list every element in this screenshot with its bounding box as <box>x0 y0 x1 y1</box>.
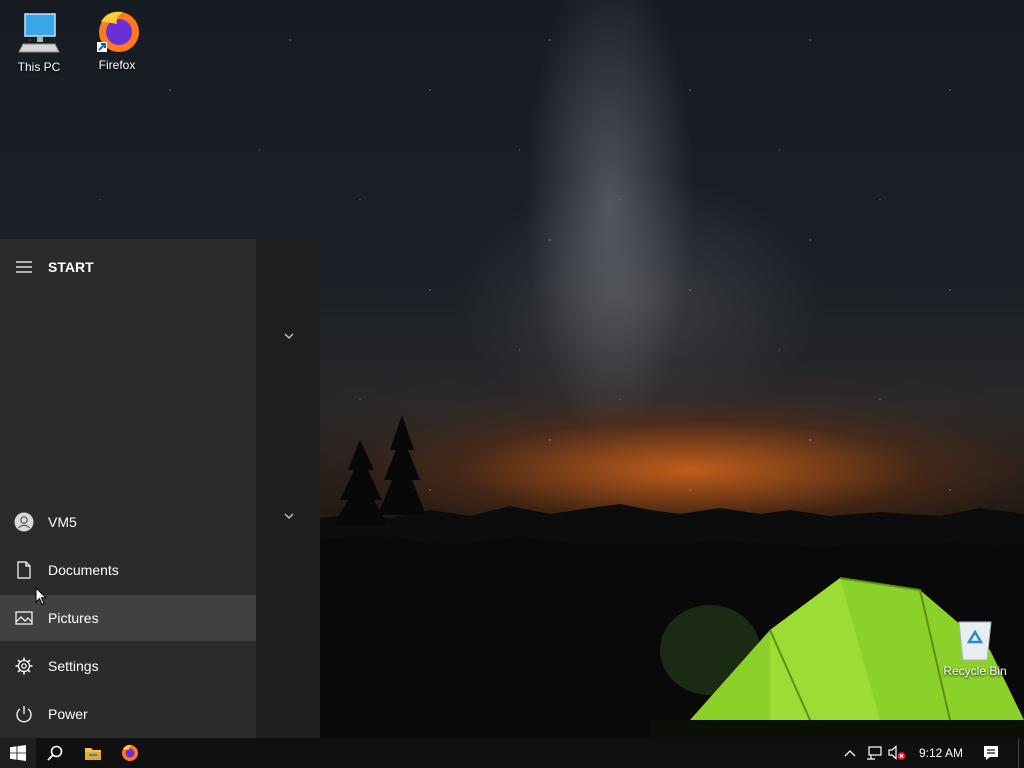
desktop-icon-firefox[interactable]: Firefox <box>79 8 155 72</box>
firefox-icon <box>93 8 141 56</box>
search-button[interactable] <box>38 738 72 768</box>
computer-icon <box>15 10 63 58</box>
desktop-icon-this-pc[interactable]: This PC <box>1 10 77 74</box>
firefox-taskbar-button[interactable] <box>113 738 147 768</box>
network-icon <box>867 746 882 760</box>
desktop-icon-label: This PC <box>17 60 61 74</box>
volume-muted-icon <box>888 745 906 760</box>
start-item-label: VM5 <box>48 514 77 530</box>
windows-start-icon <box>10 745 26 761</box>
action-center-button[interactable] <box>978 738 1004 768</box>
start-item-user[interactable]: VM5 <box>0 499 256 545</box>
chevron-down-icon[interactable] <box>284 511 294 521</box>
network-status-button[interactable] <box>862 738 886 768</box>
chevron-down-icon[interactable] <box>284 331 294 341</box>
show-hidden-icons-button[interactable] <box>840 738 860 768</box>
desktop-icon-label: Firefox <box>98 58 136 72</box>
gear-icon <box>0 643 48 689</box>
volume-button[interactable] <box>886 738 908 768</box>
start-item-label: Pictures <box>48 610 99 626</box>
start-menu-rail: START VM5 Documents Pictures Settings Po… <box>0 239 256 738</box>
start-item-settings[interactable]: Settings <box>0 643 256 689</box>
power-icon <box>0 691 48 737</box>
mouse-cursor-icon <box>35 587 47 606</box>
start-item-label: Documents <box>48 562 119 578</box>
file-explorer-icon <box>85 748 101 760</box>
file-explorer-button[interactable] <box>76 738 110 768</box>
start-menu: START VM5 Documents Pictures Settings Po… <box>0 239 320 738</box>
pine-trees <box>334 415 426 525</box>
show-desktop-button[interactable] <box>1018 738 1024 768</box>
start-item-label: Settings <box>48 658 99 674</box>
start-menu-tiles-area <box>256 239 320 738</box>
taskbar-clock[interactable]: 9:12 AM <box>912 738 970 768</box>
start-item-power[interactable]: Power <box>0 691 256 737</box>
taskbar: 9:12 AM <box>0 738 1024 768</box>
start-menu-header: START <box>0 251 256 283</box>
firefox-icon <box>122 744 138 761</box>
start-item-label: Power <box>48 706 88 722</box>
action-center-icon <box>984 746 998 760</box>
start-button[interactable] <box>0 738 36 768</box>
start-menu-title: START <box>48 259 94 275</box>
desktop-icon-recycle-bin[interactable]: Recycle Bin <box>937 614 1013 678</box>
search-icon <box>47 745 63 761</box>
user-avatar-icon <box>0 499 48 545</box>
recycle-bin-icon <box>951 614 999 662</box>
desktop-icon-label: Recycle Bin <box>943 664 1007 678</box>
chevron-up-icon <box>844 750 856 757</box>
hamburger-menu-icon[interactable] <box>0 251 48 283</box>
